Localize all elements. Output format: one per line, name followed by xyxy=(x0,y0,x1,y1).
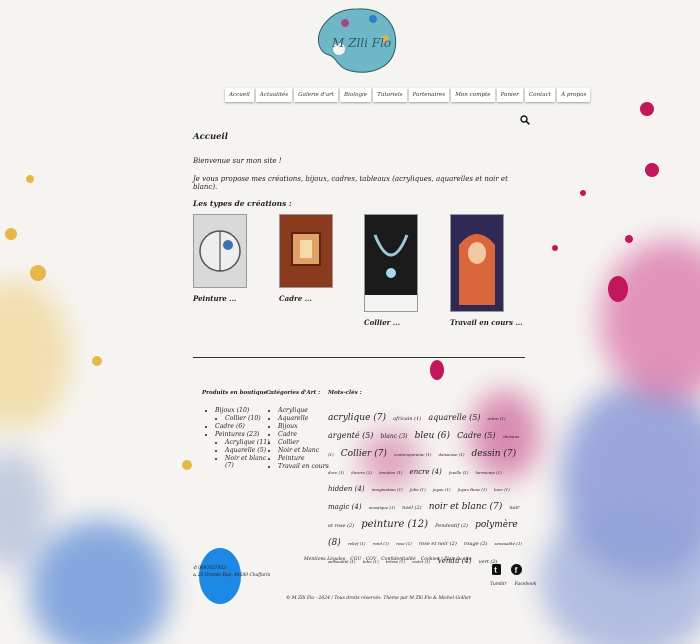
tag-link[interactable]: noir et blanc (7) xyxy=(429,502,503,512)
nav-biologie[interactable]: Biologie xyxy=(340,88,372,102)
tag-link[interactable]: imagination (1) xyxy=(372,487,403,492)
product-category-item[interactable]: Collier (10) xyxy=(225,415,271,422)
nav-contact[interactable]: Contact xyxy=(524,88,556,102)
card-cadre[interactable]: Cadre ... xyxy=(279,214,333,303)
nav-mon-compte[interactable]: Mon compte xyxy=(451,88,495,102)
work-in-progress-thumbnail[interactable] xyxy=(450,214,504,312)
tag-link[interactable]: Joyau Rose (1) xyxy=(458,487,487,492)
nav-galerie[interactable]: Galerie d'art xyxy=(294,88,339,102)
facebook-label[interactable]: Facebook xyxy=(515,582,537,587)
link-plan-du-site[interactable]: Plan du site xyxy=(444,557,471,562)
tag-link[interactable]: argenté (5) xyxy=(328,431,373,440)
social-labels: Tumblr Facebook xyxy=(490,582,536,587)
tag-link[interactable]: Jolie (1) xyxy=(410,487,426,492)
tag-link[interactable]: acrylique (7) xyxy=(328,413,386,423)
tag-link[interactable]: danseuse (1) xyxy=(439,452,465,457)
tumblr-label[interactable]: Tumblr xyxy=(490,582,507,587)
tag-link[interactable]: harmonie (1) xyxy=(476,470,502,475)
tag-link[interactable]: noel (2) xyxy=(402,505,421,511)
social-icons: t f xyxy=(492,564,522,575)
tag-link[interactable]: joyau (1) xyxy=(433,487,451,492)
search-icon[interactable] xyxy=(520,115,530,125)
facebook-icon[interactable]: f xyxy=(511,564,522,575)
tag-link[interactable]: rond (1) xyxy=(373,541,389,546)
tag-link[interactable]: africain (1) xyxy=(393,416,421,422)
tag-link[interactable]: bleu (6) xyxy=(415,431,450,441)
nav-accueil[interactable]: Accueil xyxy=(225,88,254,102)
svg-text:f: f xyxy=(515,566,518,575)
tag-link[interactable]: rouge (2) xyxy=(464,541,487,547)
nav-actualites[interactable]: Actualités xyxy=(255,88,293,102)
tag-link[interactable]: dore (1) xyxy=(328,470,344,475)
painting-thumbnail[interactable] xyxy=(193,214,247,288)
nav-panier[interactable]: Panier xyxy=(496,88,523,102)
product-category-item[interactable]: Acrylique (11) xyxy=(225,439,271,446)
products-heading: Produits en boutique : xyxy=(202,390,272,396)
nav-partenaires[interactable]: Partenaires xyxy=(408,88,450,102)
tag-link[interactable]: magic (4) xyxy=(328,503,362,511)
tag-link[interactable]: dorure (1) xyxy=(351,470,372,475)
tag-link[interactable]: mosaïque (1) xyxy=(369,505,395,510)
card-label[interactable]: Cadre ... xyxy=(279,294,333,303)
card-label[interactable]: Travail en cours ... xyxy=(450,318,523,327)
card-travail[interactable]: Travail en cours ... xyxy=(450,214,523,327)
product-category-item[interactable]: Bijoux (10) xyxy=(215,407,271,414)
tag-link[interactable]: rose (1) xyxy=(396,541,412,546)
card-peinture[interactable]: Peinture ... xyxy=(193,214,247,303)
product-category-item[interactable]: Aquarelle (5) xyxy=(225,447,271,454)
logo-text: M Zlli Flo xyxy=(332,36,392,50)
link-mentions-legales[interactable]: Mentions Légales xyxy=(304,557,345,562)
footer-links: Mentions Légales CGU - CGV Confidentiali… xyxy=(304,557,472,562)
tag-link[interactable]: lune (1) xyxy=(494,487,510,492)
categories-heading: Catégories d'Art : xyxy=(266,390,321,396)
frame-thumbnail[interactable] xyxy=(279,214,333,288)
phone-number[interactable]: ✆ 0697657953 xyxy=(193,566,270,573)
link-cookies[interactable]: Cookies xyxy=(421,557,439,562)
page-title: Accueil xyxy=(193,132,228,142)
product-category-item[interactable]: Noir et blanc (7) xyxy=(225,455,271,469)
tag-link[interactable]: dessin (7) xyxy=(472,449,517,459)
categories-list: AcryliqueAquarelleBijouxCadreCollierNoir… xyxy=(268,407,336,471)
tag-link[interactable]: sensualité (1) xyxy=(494,541,521,546)
tags-heading: Mots-clés : xyxy=(328,390,362,396)
tag-link[interactable]: hidden (4) xyxy=(328,485,365,493)
tag-link[interactable]: contemporaine (1) xyxy=(394,452,431,457)
link-confidentialite[interactable]: Confidentialité xyxy=(381,557,415,562)
link-cgu-cgv[interactable]: CGU - CGV xyxy=(350,557,376,562)
nav-a-propos[interactable]: À propos xyxy=(557,88,591,102)
necklace-thumbnail[interactable] xyxy=(364,214,418,312)
tag-link[interactable]: Cadre (5) xyxy=(457,431,495,440)
main-content: Accueil Bienvenue sur mon site ! Je vous… xyxy=(193,132,528,208)
products-list: Bijoux (10)Collier (10)Cadre (6)Peinture… xyxy=(205,407,271,470)
card-collier[interactable]: Collier ... xyxy=(364,214,418,327)
types-heading: Les types de créations : xyxy=(193,199,292,208)
tag-link[interactable]: feuille (1) xyxy=(449,470,469,475)
product-category-item[interactable]: Cadre (6) xyxy=(215,423,271,430)
tag-link[interactable]: rose et noir (2) xyxy=(419,541,457,547)
welcome-text: Bienvenue sur mon site ! xyxy=(193,157,282,165)
tumblr-icon[interactable]: t xyxy=(492,564,501,575)
tag-link[interactable]: blanc (3) xyxy=(381,433,408,440)
tag-link[interactable]: Pendentif (2) xyxy=(435,523,468,529)
contact-info: ✆ 0697657953 ⌂ 25 Grande Rue, 44580 Chaf… xyxy=(193,566,270,579)
divider xyxy=(193,357,525,358)
tag-link[interactable]: aquarelle (5) xyxy=(428,413,480,422)
card-label[interactable]: Collier ... xyxy=(364,318,418,327)
intro-text: Je vous propose mes créations, bijoux, c… xyxy=(193,175,508,191)
tag-link[interactable]: encre (4) xyxy=(410,468,442,476)
tag-link[interactable]: arbre (1) xyxy=(488,416,506,421)
tag-link[interactable]: Collier (7) xyxy=(341,449,387,459)
nav-tutoriels[interactable]: Tutoriels xyxy=(373,88,407,102)
tag-link[interactable]: émotion (1) xyxy=(379,470,402,475)
product-category-item[interactable]: Peintures (23) xyxy=(215,431,271,438)
card-label[interactable]: Peinture ... xyxy=(193,294,247,303)
main-nav: Accueil Actualités Galerie d'art Biologi… xyxy=(225,88,591,102)
copyright: © M Zlli Flo - 2024 / Tous droits réserv… xyxy=(286,596,471,601)
tag-cloud: acrylique (7) africain (1) aquarelle (5)… xyxy=(328,406,525,566)
svg-text:t: t xyxy=(494,566,497,575)
tag-link[interactable]: peinture (12) xyxy=(361,519,428,530)
address: ⌂ 25 Grande Rue, 44580 Chaffarin xyxy=(193,572,271,578)
tag-link[interactable]: relief (1) xyxy=(348,541,366,546)
